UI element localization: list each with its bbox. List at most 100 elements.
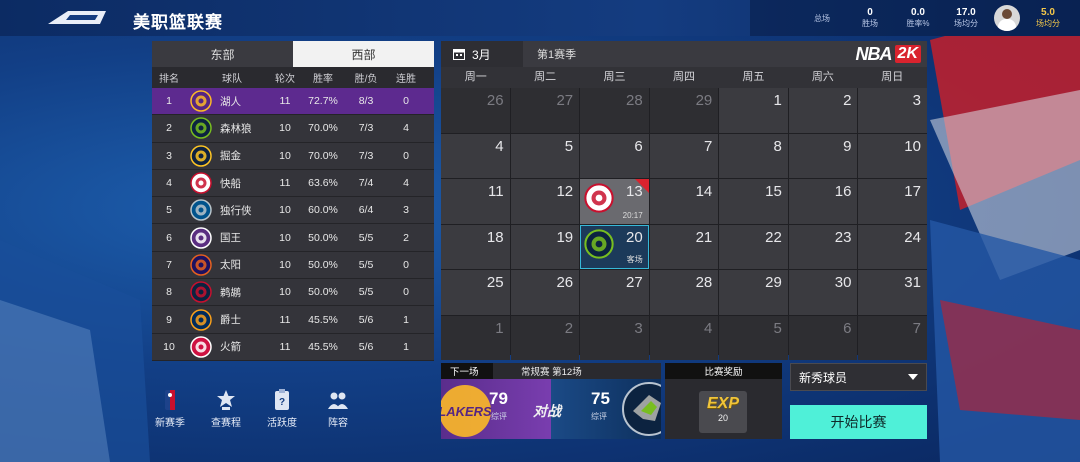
team-rank: 7 [166, 258, 172, 271]
team-streak: 1 [403, 313, 409, 326]
standings-row[interactable]: 8 鹈鹕 10 50.0% 5/5 0 [152, 279, 434, 307]
team-round: 10 [279, 286, 291, 299]
day-number: 9 [843, 137, 852, 155]
clipboard-icon: ? [270, 388, 294, 412]
day-number: 24 [904, 228, 921, 246]
header-rank: 排名 [159, 74, 179, 85]
player-mode-dropdown[interactable]: 新秀球员 [790, 363, 927, 391]
lakers-logo-icon: LAKERS [441, 385, 492, 437]
month-label: 3月 [472, 47, 491, 62]
header-streak: 连胜 [396, 74, 416, 85]
reward-title: 比赛奖励 [665, 363, 782, 379]
calendar-day: 18 [441, 224, 510, 269]
team-rank: 3 [166, 149, 172, 162]
team-win-loss: 5/5 [358, 286, 374, 299]
standings-row[interactable]: 10 火箭 11 45.5% 5/6 1 [152, 333, 434, 361]
calendar-day-game[interactable]: 13 20:17 [580, 179, 649, 224]
calendar-day: 3 [858, 88, 927, 133]
standings-row[interactable]: 2 森林狼 10 70.0% 7/3 4 [152, 115, 434, 143]
day-number: 25 [486, 274, 504, 291]
start-game-button[interactable]: 开始比赛 [790, 405, 927, 439]
team-logo [186, 308, 216, 331]
dropdown-value: 新秀球员 [799, 370, 848, 385]
team-streak: 4 [403, 122, 409, 135]
stat-player-avg: 5.0 场均分 [1036, 7, 1060, 28]
calendar-day: 4 [441, 133, 510, 178]
standings-row[interactable]: 4 快船 11 63.6% 7/4 4 [152, 169, 434, 198]
month-selector[interactable]: 3月 [441, 41, 523, 67]
standings-header: 排名 球队 轮次 胜率 胜/负 连胜 [152, 67, 434, 88]
standings-row[interactable]: 1 湖人 11 72.7% 8/3 0 [152, 88, 434, 116]
next-game-title: 常规赛 第12场 [521, 367, 582, 378]
standings-row[interactable]: 5 独行侠 10 60.0% 6/4 3 [152, 197, 434, 225]
menu-item-0[interactable]: 新赛季 [150, 388, 190, 429]
day-number: 6 [843, 319, 852, 337]
calendar-day: 14 [649, 179, 719, 224]
calendar-day: 27 [580, 270, 649, 315]
team-streak: 4 [403, 177, 409, 190]
min-logo-icon [190, 117, 212, 140]
calendar-day: 21 [649, 224, 719, 269]
team-name: 湖人 [220, 95, 241, 108]
team-streak: 0 [403, 95, 409, 108]
menu-item-3[interactable]: 阵容 [318, 388, 358, 429]
team-rank: 1 [166, 95, 172, 108]
vs-label: 对战 [533, 403, 561, 419]
calendar-day: 27 [510, 88, 580, 133]
exp-reward: EXP 20 [699, 391, 747, 433]
day-number: 15 [765, 183, 782, 200]
tab-west[interactable]: 西部 [293, 41, 434, 67]
next-game-panel[interactable]: 下一场 常规赛 第12场 LAKERS 79 综评 75 综评 对战 [441, 363, 661, 439]
menu-item-2[interactable]: ? 活跃度 [262, 388, 302, 429]
team-streak: 1 [403, 340, 409, 353]
team-name: 独行侠 [220, 204, 252, 217]
nba2k-logo: NBA 2K [856, 43, 921, 65]
menu-item-1[interactable]: 查赛程 [206, 388, 246, 429]
team-name: 火箭 [220, 341, 241, 354]
day-number: 30 [834, 274, 852, 291]
back-arrow-icon[interactable] [48, 11, 106, 24]
team-streak: 3 [403, 204, 409, 217]
team-round: 10 [279, 149, 291, 162]
team-round: 10 [279, 204, 291, 217]
day-number: 4 [495, 137, 504, 155]
weekday-label: 周四 [672, 71, 695, 83]
team-win-pct: 50.0% [308, 258, 338, 271]
stat-win-pct: 0.0 胜率% [906, 7, 930, 28]
standings-panel: 东部 西部 排名 球队 轮次 胜率 胜/负 连胜 1 湖人 11 72.7% 8/3 0 2… [152, 41, 434, 361]
day-number: 27 [556, 92, 574, 109]
tab-east[interactable]: 东部 [152, 41, 293, 67]
day-number: 29 [695, 92, 713, 109]
opponent-logo [584, 183, 614, 213]
team-name: 森林狼 [220, 122, 252, 135]
game-info: 20:17 [622, 210, 643, 220]
day-number: 22 [765, 228, 782, 246]
standings-row[interactable]: 7 太阳 10 50.0% 5/5 0 [152, 251, 434, 280]
calendar-day-game[interactable]: 20 客场 [580, 224, 649, 269]
calendar-day: 23 [788, 224, 858, 269]
team-streak: 2 [403, 231, 409, 244]
day-number: 23 [834, 228, 852, 246]
calendar-day: 2 [788, 88, 858, 133]
calendar-icon [453, 49, 465, 60]
team-win-loss: 5/5 [358, 231, 374, 244]
weekday-label: 周五 [742, 71, 765, 83]
standings-row[interactable]: 9 爵士 11 45.5% 5/6 1 [152, 306, 434, 334]
player-stats-bar: 总场 0 胜场 0.0 胜率% 17.0 场均分 5.0 场均分 [750, 0, 1080, 36]
standings-row[interactable]: 3 掘金 10 70.0% 7/3 0 [152, 142, 434, 170]
player-avatar[interactable] [994, 5, 1020, 31]
stat-avg-points: 17.0 场均分 [954, 7, 978, 28]
sac-logo-icon [190, 226, 212, 249]
team-name: 快船 [220, 177, 241, 190]
lac-logo-icon [190, 172, 212, 194]
standings-row[interactable]: 6 国王 10 50.0% 5/5 2 [152, 224, 434, 252]
calendar-day: 11 [441, 179, 510, 224]
header-team: 球队 [222, 74, 242, 85]
calendar-day: 4 [649, 315, 719, 360]
team-name: 掘金 [220, 150, 241, 163]
team-win-pct: 45.5% [308, 340, 338, 353]
svg-text:?: ? [279, 397, 285, 408]
home-rating: 79 [489, 389, 508, 408]
team-round: 11 [279, 340, 291, 353]
team-round: 11 [279, 177, 291, 190]
